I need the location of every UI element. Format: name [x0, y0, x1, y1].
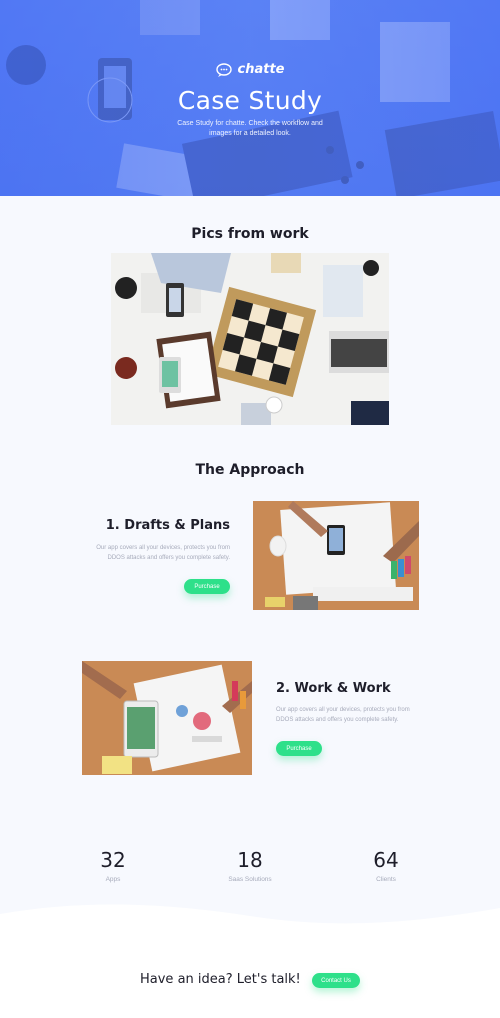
stat-saas-value: 18	[237, 848, 263, 872]
page-title: Case Study	[177, 86, 323, 115]
chat-bubble-icon	[215, 62, 232, 77]
approach-section-title: The Approach	[195, 462, 305, 478]
stat-clients-label: Clients	[376, 876, 396, 883]
footer-wave	[0, 904, 500, 1018]
step-1-title: 1. Drafts & Plans	[105, 518, 230, 533]
stat-saas: 18 Saas Solutions	[195, 848, 305, 883]
step-2-title: 2. Work & Work	[276, 681, 391, 696]
work-photo-main	[111, 253, 389, 425]
hero-subtitle: Case Study for chatte. Check the workflo…	[177, 120, 323, 137]
stat-apps-value: 32	[100, 848, 126, 872]
logo[interactable]: chatte	[0, 62, 500, 77]
stat-clients: 64 Clients	[331, 848, 441, 883]
stat-apps-label: Apps	[105, 876, 121, 883]
step-2-purchase-button[interactable]: Purchase	[276, 741, 322, 756]
step-1-purchase-button[interactable]: Purchase	[184, 579, 230, 594]
step-2-description: Our app covers all your devices, protect…	[276, 707, 410, 723]
step-1-photo	[253, 501, 419, 610]
pics-section-title: Pics from work	[191, 226, 309, 242]
stat-clients-value: 64	[373, 848, 399, 872]
hero-banner: chatte Case Study Case Study for chatte.…	[0, 0, 500, 196]
stat-saas-label: Saas Solutions	[228, 876, 272, 883]
stat-apps: 32 Apps	[58, 848, 168, 883]
step-2-photo	[82, 661, 252, 775]
contact-us-button[interactable]: Contact Us	[312, 973, 360, 988]
logo-text: chatte	[237, 62, 285, 77]
step-1-description: Our app covers all your devices, protect…	[96, 545, 230, 561]
cta-heading: Have an idea? Let's talk!	[140, 972, 301, 987]
